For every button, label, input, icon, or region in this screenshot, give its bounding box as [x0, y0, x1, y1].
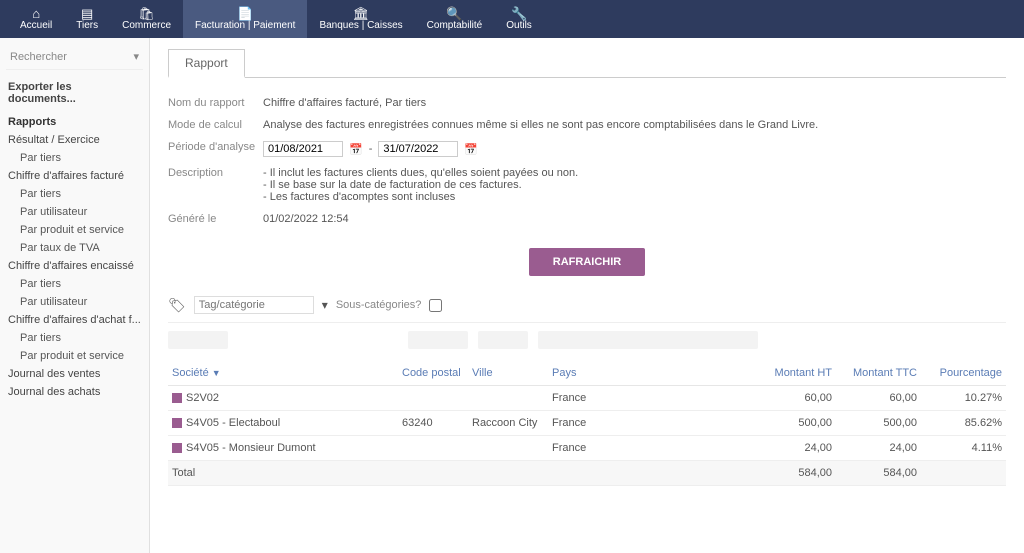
top-navbar: ⌂Accueil▤Tiers🛍Commerce📄Facturation | Pa… [0, 0, 1024, 38]
export-link[interactable]: Exporter les documents... [6, 78, 143, 108]
chevron-down-icon[interactable]: ▾ [322, 298, 328, 312]
label-mode-calcul: Mode de calcul [168, 119, 263, 131]
nav-facturation[interactable]: 📄Facturation | Paiement [183, 0, 307, 38]
nav-label: Accueil [20, 20, 52, 31]
nav-icon: 🛍 [138, 7, 155, 20]
filter-societe[interactable] [168, 331, 228, 349]
nav-comptabilite[interactable]: 🔍Comptabilité [415, 0, 495, 38]
main-content: Rapport Nom du rapport Chiffre d'affaire… [150, 38, 1024, 553]
refresh-button[interactable]: RAFRAICHIR [529, 248, 645, 276]
nav-label: Facturation | Paiement [195, 20, 295, 31]
chevron-down-icon: ▾ [133, 50, 139, 63]
nav-tiers[interactable]: ▤Tiers [64, 0, 110, 38]
date-to-input[interactable] [378, 141, 458, 157]
sidebar-item[interactable]: Journal des ventes [6, 365, 143, 383]
nav-banques[interactable]: 🏛Banques | Caisses [307, 0, 414, 38]
company-icon [172, 418, 182, 428]
results-table: Société ▼ Code postal Ville Pays Montant… [168, 361, 1006, 486]
nav-label: Tiers [76, 20, 98, 31]
date-from-input[interactable] [263, 141, 343, 157]
value-description: - Il inclut les factures clients dues, q… [263, 167, 578, 203]
sidebar-item[interactable]: Par tiers [6, 275, 143, 293]
value-genere: 01/02/2022 12:54 [263, 213, 349, 225]
calendar-icon[interactable]: 📅 [464, 143, 478, 156]
nav-icon: 🔧 [511, 7, 527, 20]
nav-label: Banques | Caisses [319, 20, 402, 31]
sidebar-group[interactable]: Chiffre d'affaires facturé [6, 167, 143, 185]
label-description: Description [168, 167, 263, 203]
table-row[interactable]: S4V05 - Electaboul63240Raccoon CityFranc… [168, 411, 1006, 436]
col-montant-ttc[interactable]: Montant TTC [836, 361, 921, 386]
sidebar: Rechercher ▾ Exporter les documents... R… [0, 38, 150, 553]
sidebar-item[interactable]: Par tiers [6, 329, 143, 347]
nav-accueil[interactable]: ⌂Accueil [8, 0, 64, 38]
table-row[interactable]: S4V05 - Monsieur DumontFrance24,0024,004… [168, 436, 1006, 461]
column-filters [168, 323, 1006, 357]
sidebar-item[interactable]: Par taux de TVA [6, 239, 143, 257]
sort-indicator-icon: ▼ [212, 368, 221, 378]
sidebar-item[interactable]: Par tiers [6, 149, 143, 167]
date-separator: - [369, 143, 373, 155]
value-nom-rapport: Chiffre d'affaires facturé, Par tiers [263, 97, 426, 109]
nav-icon: ⌂ [32, 7, 40, 20]
nav-commerce[interactable]: 🛍Commerce [110, 0, 183, 38]
tag-icon: 🏷 [168, 297, 186, 314]
sidebar-item[interactable]: Par produit et service [6, 347, 143, 365]
sidebar-group[interactable]: Chiffre d'affaires d'achat f... [6, 311, 143, 329]
nav-label: Comptabilité [427, 20, 483, 31]
sidebar-item[interactable]: Par utilisateur [6, 293, 143, 311]
tab-rapport[interactable]: Rapport [168, 49, 245, 78]
nav-icon: 🔍 [446, 7, 462, 20]
col-montant-ht[interactable]: Montant HT [751, 361, 836, 386]
nav-label: Outils [506, 20, 532, 31]
tag-category-select[interactable] [194, 296, 314, 314]
sidebar-item[interactable]: Journal des achats [6, 383, 143, 401]
sidebar-group[interactable]: Chiffre d'affaires encaissé [6, 257, 143, 275]
nav-icon: ▤ [81, 7, 93, 20]
table-total-row: Total584,00584,00 [168, 461, 1006, 486]
col-pays[interactable]: Pays [548, 361, 751, 386]
subcategories-label: Sous-catégories? [336, 299, 422, 311]
nav-label: Commerce [122, 20, 171, 31]
label-nom-rapport: Nom du rapport [168, 97, 263, 109]
nav-icon: 🏛 [353, 7, 370, 20]
col-code-postal[interactable]: Code postal [398, 361, 468, 386]
col-ville[interactable]: Ville [468, 361, 548, 386]
search-input[interactable]: Rechercher ▾ [6, 44, 143, 70]
sidebar-group[interactable]: Résultat / Exercice [6, 131, 143, 149]
company-icon [172, 393, 182, 403]
reports-heading: Rapports [6, 108, 143, 131]
sidebar-item[interactable]: Par produit et service [6, 221, 143, 239]
table-row[interactable]: S2V02France60,0060,0010.27% [168, 386, 1006, 411]
company-icon [172, 443, 182, 453]
label-periode: Période d'analyse [168, 141, 263, 157]
sidebar-item[interactable]: Par tiers [6, 185, 143, 203]
value-mode-calcul: Analyse des factures enregistrées connue… [263, 119, 818, 131]
label-genere: Généré le [168, 213, 263, 225]
subcategories-checkbox[interactable] [429, 299, 442, 312]
filter-ville[interactable] [478, 331, 528, 349]
nav-outils[interactable]: 🔧Outils [494, 0, 544, 38]
col-pourcentage[interactable]: Pourcentage [921, 361, 1006, 386]
sidebar-item[interactable]: Par utilisateur [6, 203, 143, 221]
filter-code[interactable] [408, 331, 468, 349]
col-societe[interactable]: Société ▼ [168, 361, 398, 386]
filter-pays[interactable] [538, 331, 758, 349]
calendar-icon[interactable]: 📅 [349, 143, 363, 156]
nav-icon: 📄 [237, 7, 253, 20]
